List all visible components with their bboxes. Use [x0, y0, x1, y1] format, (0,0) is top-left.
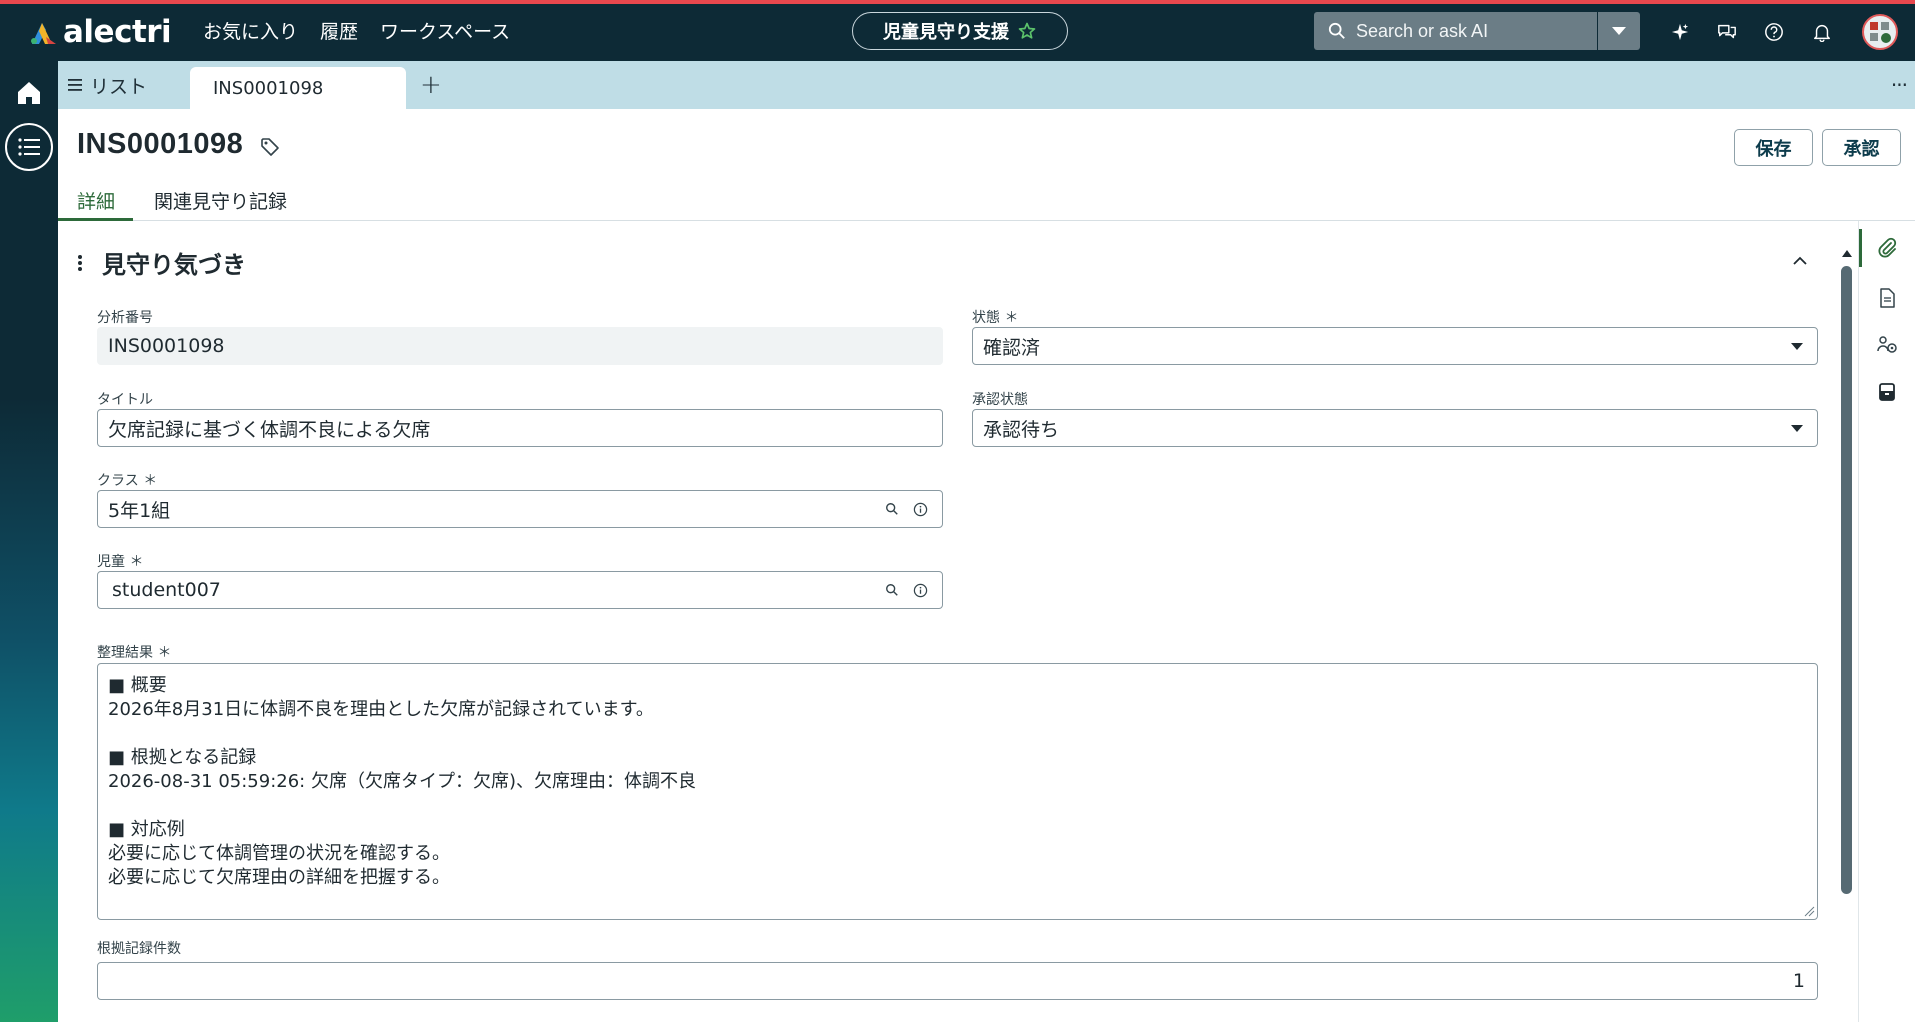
bell-icon[interactable] — [1811, 21, 1833, 43]
analysis-number-label: 分析番号 — [97, 310, 153, 326]
right-side-rail — [1858, 221, 1915, 1022]
evidence-count-value: 1 — [1792, 970, 1805, 992]
student-value: student007 — [112, 579, 221, 601]
hamburger-icon — [68, 79, 82, 91]
chevron-up-icon[interactable] — [1790, 251, 1810, 271]
save-button[interactable]: 保存 — [1734, 129, 1813, 166]
home-icon[interactable] — [15, 79, 43, 107]
class-label: クラス ＊ — [97, 473, 158, 489]
help-icon[interactable] — [1763, 21, 1785, 43]
title-value: 欠席記録に基づく体調不良による欠席 — [108, 418, 431, 441]
info-icon[interactable] — [913, 583, 928, 598]
search-icon — [1328, 22, 1345, 39]
document-icon[interactable] — [1876, 287, 1898, 309]
record-subtabs: 詳細 関連見守り記録 — [58, 180, 1915, 221]
lookup-search-icon[interactable] — [885, 502, 899, 516]
summary-line: 2026年8月31日に体調不良を理由とした欠席が記録されています。 — [108, 699, 654, 720]
summary-line: 2026-08-31 05:59:26: 欠席（欠席タイプ：欠席)、欠席理由：体… — [108, 771, 696, 792]
people-settings-icon[interactable] — [1876, 334, 1898, 356]
global-search[interactable] — [1314, 12, 1597, 50]
nav-history[interactable]: 履歴 — [309, 17, 369, 47]
paperclip-icon[interactable] — [1876, 237, 1898, 259]
logo-mark-icon — [31, 23, 56, 44]
record-title: INS0001098 — [77, 128, 244, 160]
summary-line — [108, 794, 1807, 818]
resize-handle-icon[interactable] — [1803, 905, 1815, 917]
app-title: 児童見守り支援 — [883, 22, 1009, 43]
approve-button[interactable]: 承認 — [1822, 129, 1901, 166]
summary-line: 必要に応じて欠席理由の詳細を把握する。 — [108, 867, 450, 888]
info-icon[interactable] — [913, 502, 928, 517]
active-rail-indicator — [1859, 229, 1862, 267]
list-icon — [18, 138, 40, 156]
tab-list-label: リスト — [90, 75, 148, 98]
student-reference-field[interactable]: student007 — [97, 571, 943, 609]
summary-line: ■ 概要 — [108, 675, 167, 696]
scroll-up-arrow-icon[interactable] — [1842, 250, 1852, 257]
add-tab-button[interactable]: + — [420, 61, 442, 109]
student-label: 児童 ＊ — [97, 554, 144, 570]
dropdown-arrow-icon — [1791, 424, 1803, 432]
summary-label: 整理結果 ＊ — [97, 645, 172, 661]
main-nav: お気に入り 履歴 ワークスペース — [203, 17, 521, 47]
status-value: 確認済 — [983, 336, 1041, 359]
class-reference-field[interactable]: 5年1組 — [97, 490, 943, 528]
brand-name: alectri — [63, 14, 172, 50]
section-title: 見守り気づき — [102, 251, 246, 279]
archive-icon[interactable] — [1876, 381, 1898, 403]
app-title-pill[interactable]: 児童見守り支援 — [852, 12, 1068, 50]
brand-logo[interactable]: alectri — [28, 14, 172, 50]
tag-icon[interactable] — [260, 137, 280, 157]
search-input[interactable] — [1356, 20, 1576, 42]
approval-status-value: 承認待ち — [983, 418, 1060, 441]
scrollbar-thumb[interactable] — [1841, 266, 1852, 894]
tab-list[interactable]: リスト — [68, 61, 147, 109]
form-scrollbar[interactable] — [1838, 242, 1854, 1022]
more-options-button[interactable]: ··· — [1891, 61, 1908, 109]
analysis-number-value: INS0001098 — [108, 335, 225, 357]
chat-icon[interactable] — [1716, 21, 1738, 43]
tab-record[interactable]: INS0001098 — [190, 67, 406, 109]
tab-details[interactable]: 詳細 — [77, 187, 115, 214]
list-menu-button[interactable] — [5, 123, 53, 171]
sparkle-icon[interactable] — [1669, 21, 1691, 43]
form-area: 見守り気づき 分析番号 INS0001098 状態 ＊ 確認済 タイトル 欠席記… — [58, 221, 1858, 1022]
summary-line: ■ 対応例 — [108, 819, 185, 840]
approval-status-select[interactable]: 承認待ち — [972, 409, 1818, 447]
evidence-count-label: 根拠記録件数 — [97, 941, 181, 957]
user-avatar[interactable] — [1862, 14, 1898, 50]
lookup-search-icon[interactable] — [885, 583, 899, 597]
tab-strip: リスト INS0001098 + ··· — [58, 61, 1915, 109]
status-select[interactable]: 確認済 — [972, 327, 1818, 365]
tab-related-records[interactable]: 関連見守り記録 — [154, 187, 287, 214]
title-input[interactable]: 欠席記録に基づく体調不良による欠席 — [97, 409, 943, 447]
title-label: タイトル — [97, 392, 153, 408]
summary-textarea[interactable]: ■ 概要 2026年8月31日に体調不良を理由とした欠席が記録されています。 ■… — [97, 663, 1818, 920]
analysis-number-field: INS0001098 — [97, 327, 943, 365]
chevron-down-icon — [1612, 27, 1626, 35]
nav-workspace[interactable]: ワークスペース — [369, 17, 521, 47]
section-menu-icon[interactable] — [76, 253, 84, 273]
dropdown-arrow-icon — [1791, 342, 1803, 350]
section-header: 見守り気づき — [76, 245, 246, 280]
summary-line: 必要に応じて体調管理の状況を確認する。 — [108, 843, 450, 864]
class-value: 5年1組 — [108, 499, 171, 522]
top-navigation-bar: alectri お気に入り 履歴 ワークスペース 児童見守り支援 — [0, 4, 1915, 61]
summary-line — [108, 722, 1807, 746]
star-icon[interactable] — [1017, 21, 1037, 41]
left-rail — [0, 61, 58, 1022]
approval-status-label: 承認状態 — [972, 392, 1028, 408]
evidence-count-field[interactable]: 1 — [97, 962, 1818, 1000]
nav-favorites[interactable]: お気に入り — [203, 17, 309, 47]
summary-line: ■ 根拠となる記録 — [108, 747, 257, 768]
status-label: 状態 ＊ — [972, 310, 1019, 326]
search-scope-dropdown[interactable] — [1598, 12, 1640, 50]
